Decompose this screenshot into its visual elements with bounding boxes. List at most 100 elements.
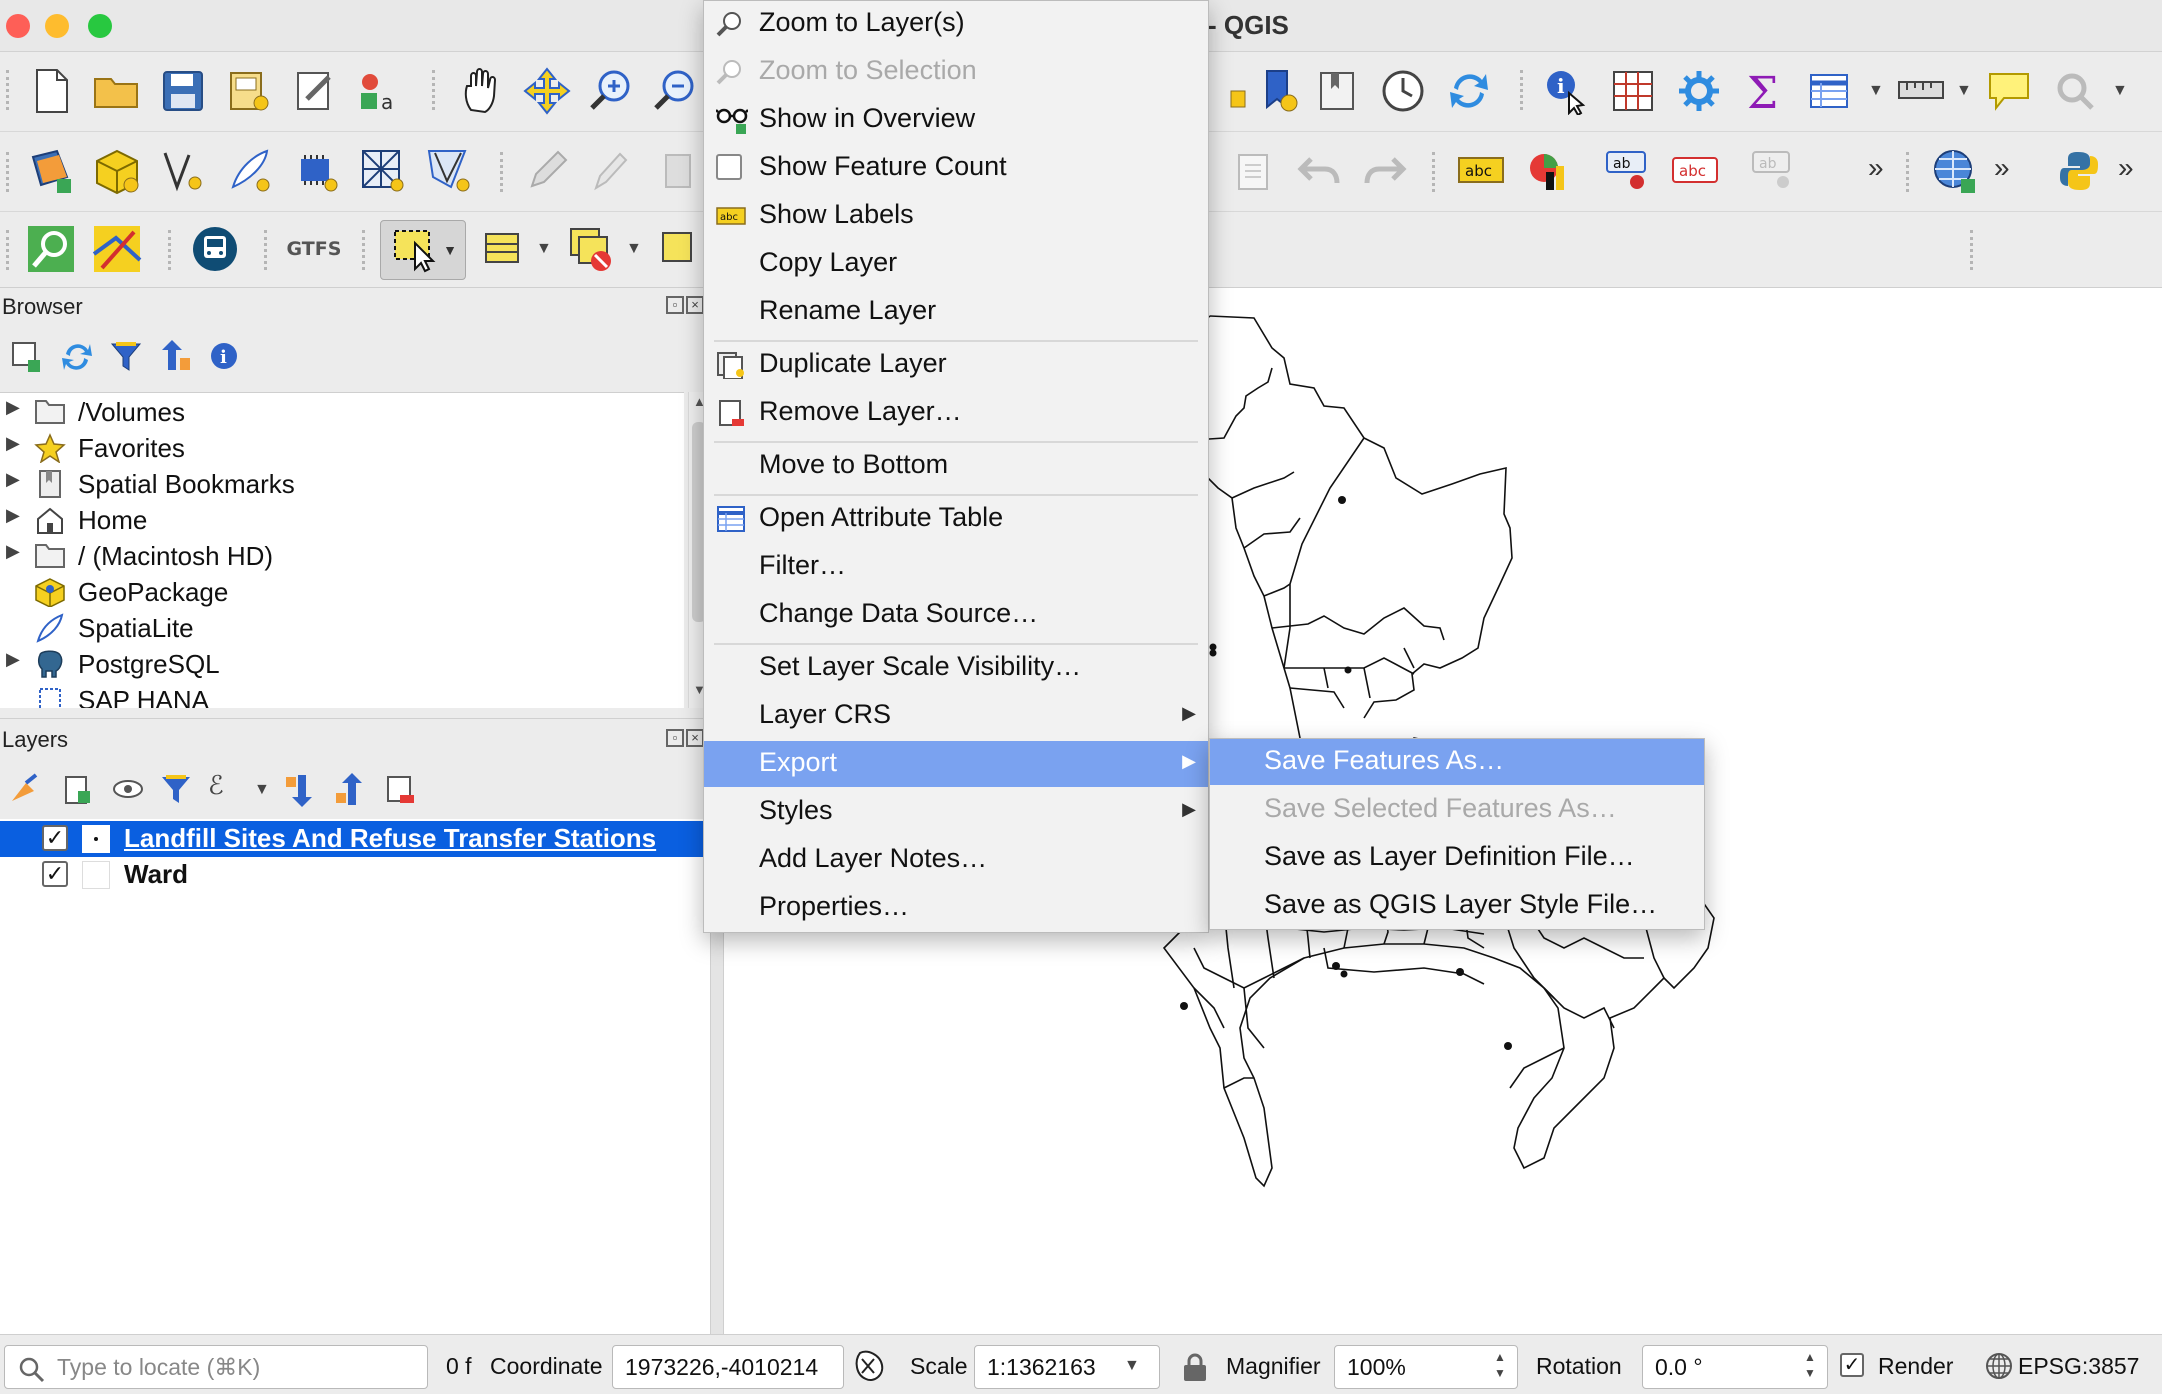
open-project-icon[interactable] bbox=[90, 64, 144, 118]
processing-toolbox-icon[interactable] bbox=[1672, 64, 1726, 118]
menu-item[interactable]: Add Layer Notes… bbox=[704, 837, 1208, 883]
toolbar-grip[interactable] bbox=[1520, 70, 1526, 110]
browser-item[interactable]: SAP HANA bbox=[0, 683, 684, 708]
toolbar-grip[interactable] bbox=[6, 230, 12, 270]
menu-item[interactable]: Show in Overview bbox=[704, 97, 1208, 143]
menu-item[interactable]: Open Attribute Table bbox=[704, 496, 1208, 542]
collapse-all-icon[interactable] bbox=[334, 773, 368, 807]
float-panel-icon[interactable]: ▫ bbox=[666, 729, 684, 747]
menu-item[interactable]: Move to Bottom bbox=[704, 443, 1208, 489]
lock-scale-icon[interactable] bbox=[1180, 1351, 1210, 1385]
refresh-icon[interactable] bbox=[60, 340, 94, 374]
redo-icon[interactable] bbox=[1358, 144, 1412, 198]
filter-icon[interactable] bbox=[110, 340, 144, 374]
pan-map-icon[interactable] bbox=[454, 64, 508, 118]
change-label-icon[interactable]: ab bbox=[1748, 144, 1802, 198]
browser-item[interactable]: ▶ PostgreSQL bbox=[0, 647, 684, 683]
new-temporary-layer-icon[interactable] bbox=[290, 144, 344, 198]
add-selected-layers-icon[interactable] bbox=[10, 340, 42, 374]
maximize-window-button[interactable] bbox=[88, 14, 112, 38]
bookmark-book-icon[interactable] bbox=[1310, 64, 1364, 118]
digitize-with-curve-icon[interactable] bbox=[222, 144, 276, 198]
highlight-label-icon[interactable]: abc bbox=[1668, 144, 1722, 198]
chevron-right-double-icon[interactable]: » bbox=[1994, 152, 2010, 184]
chevron-down-icon[interactable]: ▼ bbox=[1956, 82, 1972, 100]
chevron-down-icon[interactable]: ▼ bbox=[2112, 82, 2128, 100]
layer-visibility-checkbox[interactable]: ✓ bbox=[42, 861, 68, 887]
filter-legend-icon[interactable] bbox=[160, 773, 194, 807]
menu-item[interactable]: Properties… bbox=[704, 885, 1208, 931]
data-source-manager-icon[interactable] bbox=[24, 144, 78, 198]
coordinate-field[interactable]: 1973226,-4010214 bbox=[612, 1345, 844, 1389]
locator-search-icon[interactable] bbox=[24, 222, 78, 276]
toolbar-grip[interactable] bbox=[264, 230, 270, 270]
pin-label-icon[interactable]: ab bbox=[1602, 144, 1656, 198]
locator-search-input[interactable]: Type to locate (⌘K) bbox=[4, 1345, 428, 1389]
remove-layer-icon[interactable] bbox=[384, 773, 418, 807]
label-abc-icon[interactable]: abc bbox=[1454, 144, 1508, 198]
more-label-tools-icon[interactable]: » bbox=[1868, 152, 1884, 184]
browser-item[interactable]: ▶ Favorites bbox=[0, 431, 684, 467]
expand-arrow-icon[interactable]: ▶ bbox=[6, 397, 20, 418]
save-project-icon[interactable] bbox=[156, 64, 210, 118]
submenu-item[interactable]: Save as Layer Definition File… bbox=[1210, 835, 1704, 881]
digitize-vertex-icon[interactable] bbox=[156, 144, 210, 198]
pan-to-selection-icon[interactable] bbox=[520, 64, 574, 118]
zoom-out-icon[interactable] bbox=[648, 64, 702, 118]
menu-item[interactable]: Zoom to Layer(s) bbox=[704, 1, 1208, 47]
toolbar-grip[interactable] bbox=[1906, 152, 1912, 192]
chevron-down-icon[interactable]: ▼ bbox=[1124, 1357, 1140, 1375]
open-field-calculator-icon[interactable] bbox=[1606, 64, 1660, 118]
magnifier-spinbox[interactable]: 100% bbox=[1334, 1345, 1518, 1389]
rotation-spinbox[interactable]: 0.0 ° bbox=[1642, 1345, 1828, 1389]
menu-item[interactable]: Show Feature Count bbox=[704, 145, 1208, 191]
expand-arrow-icon[interactable]: ▶ bbox=[6, 649, 20, 670]
menu-item[interactable]: Export ▶ bbox=[704, 741, 1208, 787]
toolbar-grip[interactable] bbox=[1432, 152, 1438, 192]
quick-map-icon[interactable] bbox=[90, 222, 144, 276]
expand-arrow-icon[interactable]: ▶ bbox=[6, 469, 20, 490]
expand-all-icon[interactable] bbox=[284, 773, 318, 807]
browser-item[interactable]: ▶ /Volumes bbox=[0, 395, 684, 431]
submenu-item[interactable]: Save Features As… bbox=[1210, 739, 1704, 785]
info-icon[interactable]: i bbox=[208, 340, 242, 374]
select-by-value-icon[interactable] bbox=[478, 222, 532, 276]
menu-item[interactable]: Layer CRS ▶ bbox=[704, 693, 1208, 739]
gtfs-icon[interactable]: GTFS bbox=[284, 222, 344, 276]
python-console-icon[interactable] bbox=[2052, 144, 2106, 198]
chevron-down-icon[interactable]: ▼ bbox=[254, 781, 270, 799]
select-location-icon[interactable] bbox=[652, 222, 706, 276]
layer-visibility-checkbox[interactable]: ✓ bbox=[42, 825, 68, 851]
collapse-all-icon[interactable] bbox=[158, 340, 192, 374]
menu-item[interactable]: Remove Layer… bbox=[704, 390, 1208, 436]
filter-expression-icon[interactable]: ℰ bbox=[208, 771, 224, 801]
more-tools-icon[interactable] bbox=[2048, 64, 2102, 118]
browser-item[interactable]: SpatiaLite bbox=[0, 611, 684, 647]
show-bookmarks-icon[interactable] bbox=[1254, 64, 1308, 118]
diagram-icon[interactable] bbox=[1520, 144, 1574, 198]
menu-item[interactable]: Filter… bbox=[704, 544, 1208, 590]
toolbar-grip[interactable] bbox=[6, 70, 12, 110]
menu-item[interactable]: Copy Layer bbox=[704, 241, 1208, 287]
paste-icon[interactable] bbox=[1226, 144, 1280, 198]
toolbar-grip[interactable] bbox=[168, 230, 174, 270]
toggle-editing-icon[interactable] bbox=[582, 144, 636, 198]
undo-icon[interactable] bbox=[1292, 144, 1346, 198]
map-tips-icon[interactable] bbox=[1982, 64, 2036, 118]
chevron-down-icon[interactable]: ▼ bbox=[626, 240, 642, 258]
new-geopackage-layer-icon[interactable] bbox=[90, 144, 144, 198]
close-panel-icon[interactable]: × bbox=[686, 729, 704, 747]
toolbar-grip[interactable] bbox=[1970, 230, 1976, 270]
open-attribute-table-icon[interactable] bbox=[1802, 64, 1856, 118]
new-print-layout-icon[interactable] bbox=[222, 64, 276, 118]
deselect-features-icon[interactable] bbox=[564, 222, 618, 276]
select-features-button[interactable]: ▼ bbox=[380, 220, 466, 280]
temporal-controller-icon[interactable] bbox=[1376, 64, 1430, 118]
save-edits-icon[interactable] bbox=[650, 144, 704, 198]
zoom-in-icon[interactable] bbox=[584, 64, 638, 118]
measure-line-icon[interactable] bbox=[1894, 64, 1948, 118]
browser-item[interactable]: ▶ Home bbox=[0, 503, 684, 539]
menu-item[interactable]: abc Show Labels bbox=[704, 193, 1208, 239]
panel-float-close-buttons[interactable]: ▫ × bbox=[664, 296, 708, 318]
close-panel-icon[interactable]: × bbox=[686, 296, 704, 314]
